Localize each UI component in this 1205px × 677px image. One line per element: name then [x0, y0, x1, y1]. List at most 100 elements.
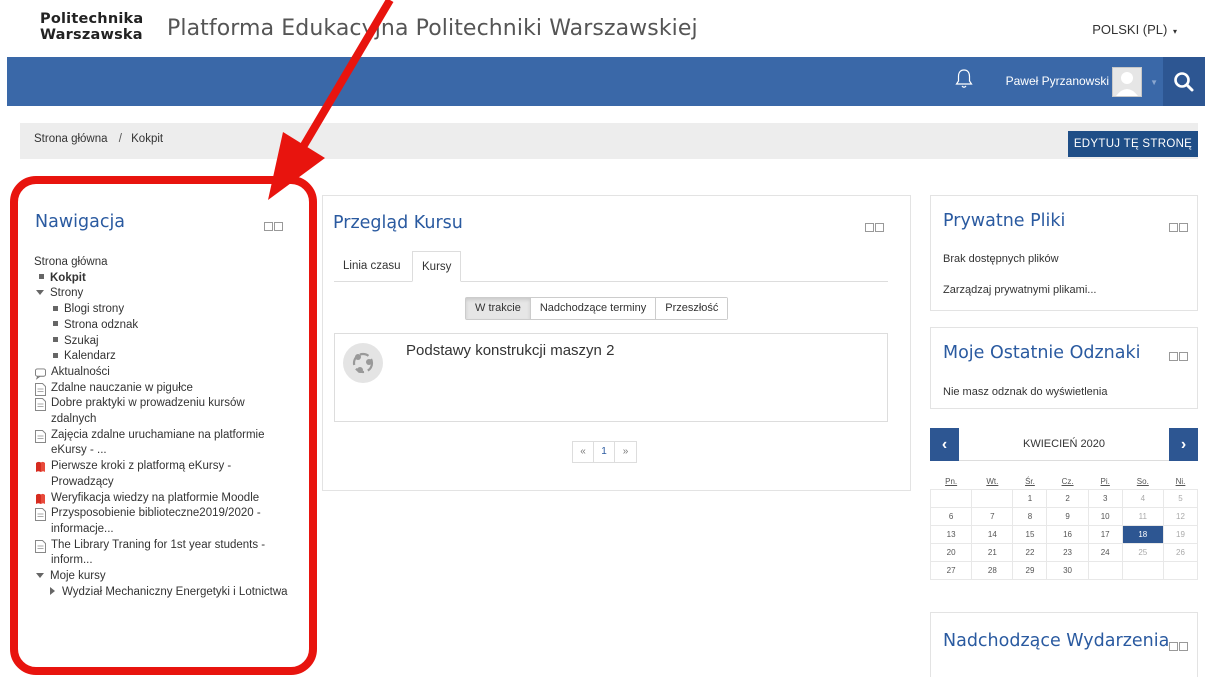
calendar-day[interactable]: 24: [1087, 542, 1123, 562]
calendar-weekday: Pi.: [1100, 476, 1110, 486]
calendar-month: KWIECIEŃ 2020: [1023, 438, 1105, 450]
collapse-icon[interactable]: [1169, 642, 1178, 651]
manage-files-link[interactable]: Zarządzaj prywatnymi plikami...: [943, 284, 1096, 296]
calendar-day[interactable]: 22: [1012, 542, 1048, 562]
logo-line2: Warszawska: [40, 27, 143, 43]
calendar-day[interactable]: 23: [1046, 542, 1089, 562]
calendar-day[interactable]: 10: [1087, 506, 1123, 526]
calendar-day[interactable]: 14: [971, 524, 1014, 544]
block-controls[interactable]: [1169, 223, 1189, 232]
calendar-day[interactable]: 8: [1012, 506, 1048, 526]
calendar-next-button[interactable]: ›: [1169, 428, 1198, 461]
filter-in-progress[interactable]: W trakcie: [466, 298, 531, 319]
calendar-day[interactable]: 1: [1012, 488, 1048, 508]
calendar-day[interactable]: 19: [1162, 524, 1199, 544]
pager-next[interactable]: »: [615, 442, 636, 462]
navbar: Paweł Pyrzanowski ▼: [7, 57, 1205, 106]
block-controls[interactable]: [1169, 642, 1189, 651]
calendar-weekday: Ni.: [1175, 476, 1186, 486]
collapse-icon[interactable]: [865, 223, 874, 232]
bell-icon[interactable]: [955, 68, 973, 90]
annotation-highlight-box: [10, 176, 317, 675]
logo-line1: Politechnika: [40, 11, 144, 27]
user-menu-caret-icon[interactable]: ▼: [1150, 78, 1158, 87]
calendar-day[interactable]: 16: [1046, 524, 1089, 544]
user-name[interactable]: Paweł Pyrzanowski: [1006, 74, 1109, 88]
block-controls[interactable]: [1169, 352, 1189, 361]
breadcrumb-current[interactable]: Kokpit: [131, 133, 163, 145]
search-button[interactable]: [1163, 57, 1205, 106]
course-name[interactable]: Podstawy konstrukcji maszyn 2: [406, 342, 614, 359]
badges-title: Moje Ostatnie Odznaki: [943, 343, 1141, 363]
filter-upcoming[interactable]: Nadchodzące terminy: [530, 298, 657, 319]
calendar-empty-cell: [929, 488, 973, 508]
breadcrumb-home-link[interactable]: Strona główna: [34, 133, 108, 145]
badges-empty: Nie masz odznak do wyświetlenia: [943, 386, 1108, 398]
tab-courses[interactable]: Kursy: [412, 251, 462, 282]
calendar-day[interactable]: 4: [1121, 488, 1164, 508]
calendar-day[interactable]: 11: [1121, 506, 1164, 526]
private-files-empty: Brak dostępnych plików: [943, 253, 1059, 265]
dock-icon[interactable]: [1179, 352, 1188, 361]
language-label: POLSKI (PL): [1092, 22, 1168, 37]
pagination: « 1 »: [572, 441, 637, 463]
calendar-day[interactable]: 27: [929, 560, 973, 580]
calendar-day[interactable]: 6: [929, 506, 973, 526]
calendar-day[interactable]: 5: [1162, 488, 1199, 508]
pager-page[interactable]: 1: [594, 442, 615, 462]
calendar-day[interactable]: 15: [1012, 524, 1048, 544]
block-controls[interactable]: [865, 223, 885, 232]
calendar-header: ‹ KWIECIEŃ 2020 ›: [930, 428, 1198, 461]
calendar-weekday: Cz.: [1061, 476, 1074, 486]
calendar-weekday: Wt.: [986, 476, 999, 486]
private-files-title: Prywatne Pliki: [943, 211, 1066, 231]
filter-past[interactable]: Przeszłość: [656, 298, 728, 319]
calendar-day[interactable]: 3: [1087, 488, 1123, 508]
upcoming-events-block: Nadchodzące Wydarzenia: [930, 612, 1198, 677]
dock-icon[interactable]: [1179, 223, 1188, 232]
private-files-block: Prywatne Pliki Brak dostępnych plików Za…: [930, 195, 1198, 311]
breadcrumb: Strona główna / Kokpit: [34, 133, 163, 145]
calendar-day[interactable]: 20: [929, 542, 973, 562]
collapse-icon[interactable]: [1169, 223, 1178, 232]
breadcrumb-bar: Strona główna / Kokpit EDYTUJ TĘ STRONĘ: [20, 123, 1198, 159]
chevron-down-icon: ▾: [1172, 27, 1177, 36]
calendar-day[interactable]: 25: [1121, 542, 1164, 562]
search-icon: [1174, 72, 1194, 92]
calendar-day[interactable]: 18: [1121, 524, 1164, 544]
site-logo[interactable]: Politechnika Warszawska: [40, 11, 143, 43]
top-header: Politechnika Warszawska Platforma Edukac…: [0, 0, 1205, 57]
tab-timeline[interactable]: Linia czasu: [334, 251, 410, 282]
calendar-day[interactable]: 13: [929, 524, 973, 544]
course-graphic-icon: [352, 352, 374, 374]
site-title[interactable]: Platforma Edukacyjna Politechniki Warsza…: [167, 16, 698, 41]
dock-icon[interactable]: [875, 223, 884, 232]
calendar-empty-cell: [1121, 560, 1164, 580]
calendar-day[interactable]: 30: [1046, 560, 1089, 580]
calendar: ‹ KWIECIEŃ 2020 › Pn. Wt. Śr. Cz. Pi. So. Ni. …: [929, 428, 1199, 593]
collapse-icon[interactable]: [1169, 352, 1178, 361]
edit-page-button[interactable]: EDYTUJ TĘ STRONĘ: [1068, 131, 1198, 157]
calendar-empty-cell: [1162, 560, 1199, 580]
calendar-grid: Pn. Wt. Śr. Cz. Pi. So. Ni. 1 2 3 4 5 6 7 8 9 10 11 12 13 1…: [929, 474, 1199, 580]
calendar-day[interactable]: 12: [1162, 506, 1199, 526]
avatar[interactable]: [1112, 67, 1142, 97]
calendar-day[interactable]: 9: [1046, 506, 1089, 526]
pager-prev[interactable]: «: [573, 442, 594, 462]
calendar-day[interactable]: 29: [1012, 560, 1048, 580]
calendar-weekday: So.: [1136, 476, 1149, 486]
language-menu[interactable]: POLSKI (PL) ▾: [1092, 22, 1177, 37]
course-card[interactable]: Podstawy konstrukcji maszyn 2: [334, 333, 888, 422]
dock-icon[interactable]: [1179, 642, 1188, 651]
calendar-day[interactable]: 2: [1046, 488, 1089, 508]
course-filter-group: W trakcie Nadchodzące terminy Przeszłość: [465, 297, 729, 320]
calendar-day[interactable]: 7: [971, 506, 1014, 526]
calendar-day[interactable]: 26: [1162, 542, 1199, 562]
breadcrumb-separator: /: [118, 133, 122, 145]
course-icon: [343, 343, 383, 383]
course-overview-block: Przegląd Kursu Linia czasu Kursy W trakc…: [322, 195, 911, 491]
calendar-day[interactable]: 17: [1087, 524, 1123, 544]
calendar-day[interactable]: 21: [971, 542, 1014, 562]
calendar-day[interactable]: 28: [971, 560, 1014, 580]
course-overview-title: Przegląd Kursu: [333, 213, 463, 233]
